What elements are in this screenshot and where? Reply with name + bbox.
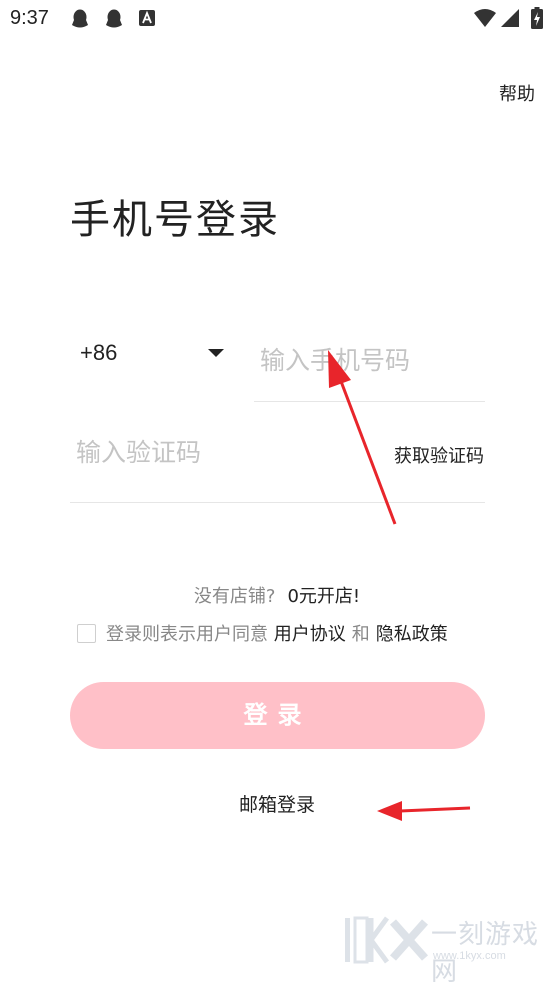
wifi-icon: [474, 9, 496, 31]
country-code[interactable]: +86: [80, 340, 117, 366]
battery-charging-icon: [531, 7, 543, 29]
divider: [70, 502, 485, 503]
login-button[interactable]: 登录: [70, 682, 485, 749]
watermark-logo: [345, 916, 428, 964]
agreement-and: 和: [351, 624, 370, 645]
no-shop-text: 没有店铺?: [193, 586, 276, 607]
text-a-icon: [139, 10, 155, 26]
phone-number-input[interactable]: [254, 320, 485, 402]
chevron-down-icon[interactable]: [208, 349, 224, 357]
privacy-policy-link[interactable]: 隐私政策: [376, 624, 448, 645]
open-shop-link[interactable]: 0元开店!: [287, 586, 360, 607]
status-bar: 9:37: [0, 0, 554, 40]
page-title: 手机号登录: [70, 197, 280, 243]
agree-checkbox[interactable]: [77, 624, 96, 643]
help-link[interactable]: 帮助: [499, 80, 535, 106]
get-code-button[interactable]: 获取验证码: [394, 442, 484, 468]
email-login-link[interactable]: 邮箱登录: [0, 790, 554, 817]
verification-code-input[interactable]: [70, 412, 370, 492]
watermark: 一刻游戏网 www.1kyx.com: [345, 912, 553, 984]
watermark-brand: 一刻游戏网: [431, 920, 540, 984]
agreement-row: 登录则表示用户同意 用户协议和隐私政策: [77, 620, 448, 646]
qq-icon: [69, 8, 91, 30]
signal-icon: [501, 9, 523, 31]
user-agreement-link[interactable]: 用户协议: [274, 624, 346, 645]
agreement-text: 登录则表示用户同意: [106, 624, 268, 645]
open-shop-row: 没有店铺? 0元开店!: [0, 582, 554, 608]
watermark-url: www.1kyx.com: [433, 950, 506, 962]
status-time: 9:37: [10, 7, 49, 29]
qq-icon: [103, 8, 125, 30]
annotation-arrows: [328, 350, 471, 821]
login-screen: 9:37 帮助 手机号登录 +86 输入手机号码 输入验证码 获取验证码 没有店…: [0, 0, 554, 984]
